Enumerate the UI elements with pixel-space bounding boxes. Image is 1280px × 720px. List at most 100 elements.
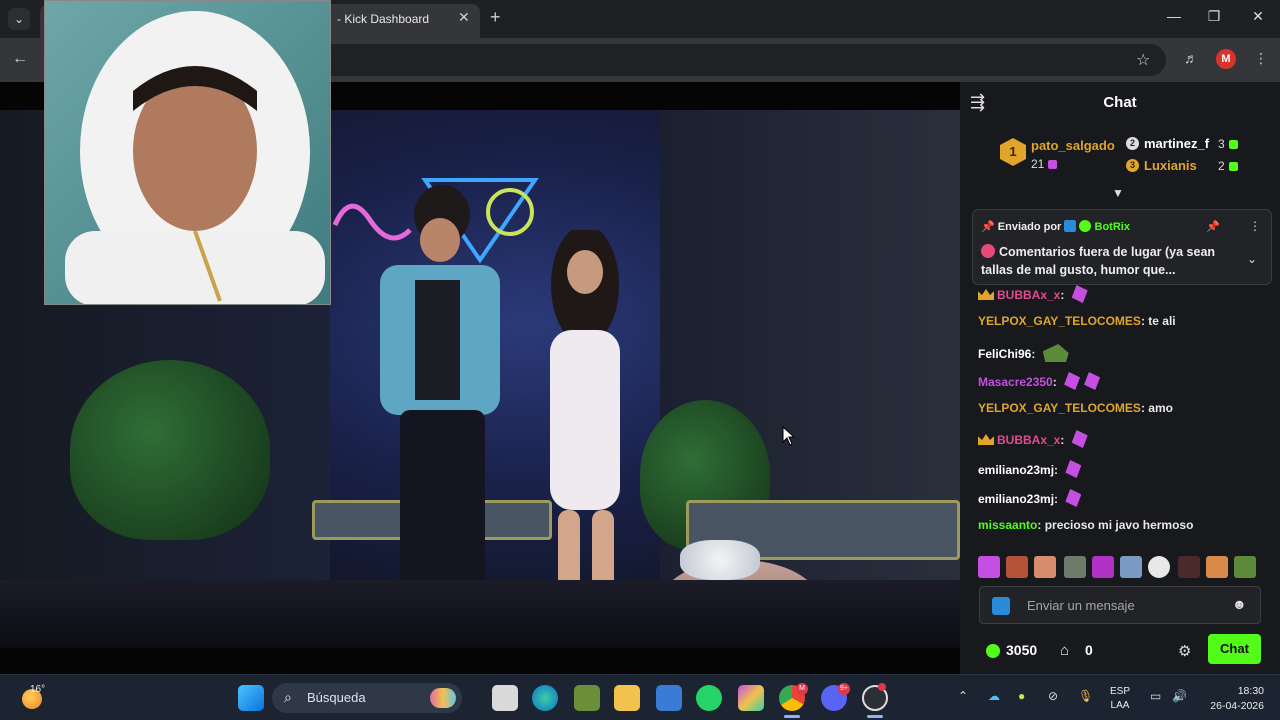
- chat-username[interactable]: Masacre2350: [978, 375, 1053, 389]
- emote-9[interactable]: [1206, 556, 1228, 578]
- emoji-picker-icon[interactable]: ☻: [1232, 596, 1247, 612]
- profile-avatar[interactable]: M: [1216, 49, 1236, 69]
- new-tab-button[interactable]: +: [490, 7, 501, 28]
- chat-username[interactable]: emiliano23mj: [978, 463, 1054, 477]
- emote-10[interactable]: [1234, 556, 1256, 578]
- channel-points[interactable]: 3050: [1006, 642, 1037, 658]
- network-off-icon[interactable]: ⊘: [1048, 689, 1058, 703]
- window-close-button[interactable]: ✕: [1248, 8, 1268, 25]
- chat-message-list: BUBBAx_x: YELPOX_GAY_TELOCOMES: te ali Fe…: [960, 282, 1280, 547]
- chat-separator: :: [1060, 288, 1068, 302]
- chat-username[interactable]: YELPOX_GAY_TELOCOMES: [978, 314, 1141, 328]
- channel-points-icon[interactable]: [986, 644, 1000, 658]
- chat-separator: :: [1054, 463, 1062, 477]
- emote-3[interactable]: [1034, 556, 1056, 578]
- media-control-icon[interactable]: ♬: [1184, 50, 1198, 66]
- chat-message-text: precioso mi javo hermoso: [1044, 518, 1194, 532]
- taskbar-clock[interactable]: 18:30 26-04-2026: [1200, 684, 1264, 714]
- store-icon[interactable]: [656, 685, 682, 711]
- chat-settings-gear-icon[interactable]: ⚙: [1178, 642, 1191, 660]
- back-arrow-icon[interactable]: ←: [12, 50, 28, 68]
- expand-pinned-icon[interactable]: ⌄: [1247, 252, 1257, 266]
- chat-emote-icon: [1042, 344, 1069, 362]
- unpin-icon[interactable]: 📌: [1206, 220, 1220, 233]
- minimize-button[interactable]: —: [1164, 8, 1184, 24]
- gift-leaderboard: 1 pato_salgado 21 2 martinez_f 3 3 Luxia…: [960, 122, 1280, 194]
- emote-7[interactable]: [1148, 556, 1170, 578]
- gift-icon[interactable]: ⌂: [1060, 642, 1069, 659]
- chat-separator: :: [1037, 518, 1045, 532]
- address-bar[interactable]: [300, 44, 1166, 76]
- windows-taskbar: 16° ⌕ Búsqueda M 9+ ⌃ ☁ ● ⊘ 🎙 ESP LAA ▭: [0, 674, 1280, 720]
- chat-input[interactable]: Enviar un mensaje ☻: [979, 586, 1261, 624]
- chat-message[interactable]: FeliChi96:: [978, 344, 1069, 362]
- gem-icon: [1228, 162, 1238, 172]
- display-icon[interactable]: ▭: [1150, 689, 1161, 703]
- browser-menu-icon[interactable]: ⋮: [1254, 50, 1268, 67]
- chat-username[interactable]: FeliChi96: [978, 347, 1031, 361]
- chat-message[interactable]: YELPOX_GAY_TELOCOMES: te ali: [978, 314, 1176, 328]
- chat-input-placeholder[interactable]: Enviar un mensaje: [1027, 598, 1135, 613]
- maximize-button[interactable]: ❐: [1204, 8, 1224, 25]
- chat-message[interactable]: YELPOX_GAY_TELOCOMES: amo: [978, 401, 1173, 415]
- rank-2-badge: 2: [1126, 137, 1139, 150]
- kick-logo-icon: [992, 597, 1010, 615]
- emote-5[interactable]: [1092, 556, 1114, 578]
- pin-icon: 📌: [981, 221, 995, 233]
- microphone-icon[interactable]: 🎙: [1078, 689, 1093, 703]
- chat-emote-icon: [1084, 372, 1101, 390]
- copilot-icon[interactable]: [738, 685, 764, 711]
- language-indicator[interactable]: ESP LAA: [1110, 685, 1130, 713]
- chat-header: ⇶ Chat: [960, 82, 1280, 122]
- tab-title[interactable]: - Kick Dashboard: [337, 12, 429, 26]
- leaderboard-second-name[interactable]: martinez_f: [1144, 136, 1209, 151]
- leaderboard-third-name[interactable]: Luxianis: [1144, 158, 1197, 173]
- onedrive-icon[interactable]: ☁: [988, 689, 1000, 703]
- whatsapp-icon[interactable]: [696, 685, 722, 711]
- leaderboard-first-name[interactable]: pato_salgado: [1031, 138, 1115, 153]
- discord-notification-badge: 9+: [838, 683, 850, 695]
- send-chat-button[interactable]: Chat: [1208, 634, 1261, 664]
- obs-active-indicator: [867, 715, 883, 718]
- video-floor: [0, 580, 960, 648]
- emote-6[interactable]: [1120, 556, 1142, 578]
- chat-message[interactable]: emiliano23mj:: [978, 460, 1082, 478]
- taskbar-search[interactable]: ⌕ Búsqueda: [272, 683, 462, 713]
- task-view-icon[interactable]: [492, 685, 518, 711]
- tray-overflow-icon[interactable]: ⌃: [958, 689, 968, 703]
- emote-4[interactable]: [1064, 556, 1086, 578]
- performer-male: [380, 185, 500, 640]
- expand-leaderboard-icon[interactable]: ▼: [1112, 186, 1124, 200]
- chat-message[interactable]: Masacre2350:: [978, 372, 1101, 390]
- screen: ⌄ - Kick Dashboard ✕ + — ❐ ✕ ← ☆ ♬ M ⋮ ⇶…: [0, 0, 1280, 720]
- pinned-author[interactable]: BotRix: [1095, 221, 1130, 233]
- chat-message[interactable]: missaanto: precioso mi javo hermoso: [978, 518, 1193, 532]
- chat-message[interactable]: BUBBAx_x:: [978, 430, 1088, 448]
- leaderboard-third-count: 2: [1218, 159, 1238, 173]
- chat-emote-icon: [1071, 430, 1088, 448]
- file-explorer-icon[interactable]: [614, 685, 640, 711]
- nvidia-icon[interactable]: ●: [1018, 689, 1025, 703]
- chat-username[interactable]: missaanto: [978, 518, 1037, 532]
- pinned-message[interactable]: 📌 Enviado por BotRix 📌 ⋮ Comentarios fue…: [972, 209, 1272, 285]
- chat-username[interactable]: BUBBAx_x: [997, 433, 1060, 447]
- chat-username[interactable]: emiliano23mj: [978, 492, 1054, 506]
- chat-message[interactable]: emiliano23mj:: [978, 489, 1082, 507]
- emote-1[interactable]: [978, 556, 1000, 578]
- chat-username[interactable]: YELPOX_GAY_TELOCOMES: [978, 401, 1141, 415]
- volume-icon[interactable]: 🔊: [1172, 689, 1187, 703]
- edge-icon[interactable]: [532, 685, 558, 711]
- pinned-more-icon[interactable]: ⋮: [1249, 219, 1261, 233]
- chat-message[interactable]: BUBBAx_x:: [978, 285, 1088, 303]
- chat-username[interactable]: BUBBAx_x: [997, 288, 1060, 302]
- bookmark-star-icon[interactable]: ☆: [1136, 50, 1150, 70]
- keyboard-layout: LAA: [1110, 700, 1130, 711]
- weather-temperature[interactable]: 16°: [30, 684, 45, 695]
- start-windows-icon[interactable]: [238, 685, 264, 711]
- tab-close-icon[interactable]: ✕: [458, 9, 470, 26]
- tab-search-button[interactable]: ⌄: [8, 8, 30, 30]
- emote-8[interactable]: [1178, 556, 1200, 578]
- minecraft-icon[interactable]: [574, 685, 600, 711]
- emote-2[interactable]: [1006, 556, 1028, 578]
- search-icon: ⌕: [284, 689, 292, 705]
